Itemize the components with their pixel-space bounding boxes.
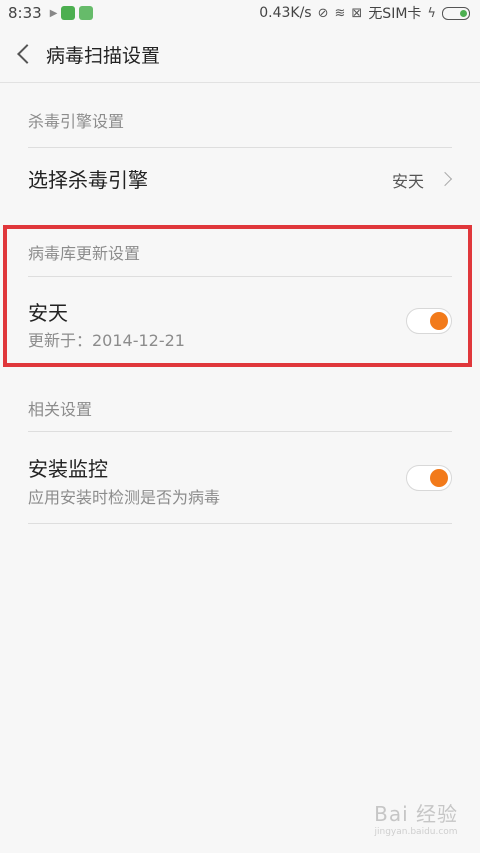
no-sim-icon: ⊠ (351, 5, 363, 21)
title-bar: 病毒扫描设置 (0, 26, 480, 82)
section-label-related: 相关设置 (28, 400, 93, 419)
wifi-icon: ≋ (334, 5, 346, 21)
divider (28, 431, 452, 432)
notification-icons: ▶ (50, 6, 94, 20)
watermark-url: jingyan.baidu.com (374, 827, 458, 837)
toggle-knob (430, 469, 448, 487)
install-monitor-desc: 应用安装时检测是否为病毒 (28, 488, 221, 507)
selected-engine-value: 安天 (391, 172, 424, 191)
sim-status: 无SIM卡 (368, 6, 422, 22)
network-speed: 0.43K/s (259, 5, 312, 21)
highlight-annotation (3, 225, 472, 367)
section-label-engine: 杀毒引擎设置 (28, 112, 125, 131)
watermark-text: Bai 经验 (374, 802, 458, 826)
battery-icon (442, 6, 470, 20)
play-icon: ▶ (49, 7, 58, 19)
divider (28, 523, 452, 524)
mute-icon: ⊘ (317, 5, 329, 21)
status-bar: 8:33 ▶ 0.43K/s ⊘ ≋ ⊠ 无SIM卡 ϟ (0, 0, 480, 26)
app-notification-icon (61, 6, 76, 20)
select-engine-title: 选择杀毒引擎 (28, 168, 148, 192)
install-monitor-title: 安装监控 (28, 457, 108, 481)
back-arrow-icon[interactable] (17, 44, 37, 64)
install-monitor-toggle[interactable] (406, 465, 452, 491)
header-divider (0, 82, 480, 83)
status-time: 8:33 (8, 4, 42, 22)
watermark-logo: Bai 经验 jingyan.baidu.com (374, 798, 458, 837)
charging-icon: ϟ (427, 5, 436, 21)
app-notification-icon (79, 6, 94, 20)
status-right: 0.43K/s ⊘ ≋ ⊠ 无SIM卡 ϟ (259, 3, 470, 23)
page-title: 病毒扫描设置 (46, 44, 161, 67)
